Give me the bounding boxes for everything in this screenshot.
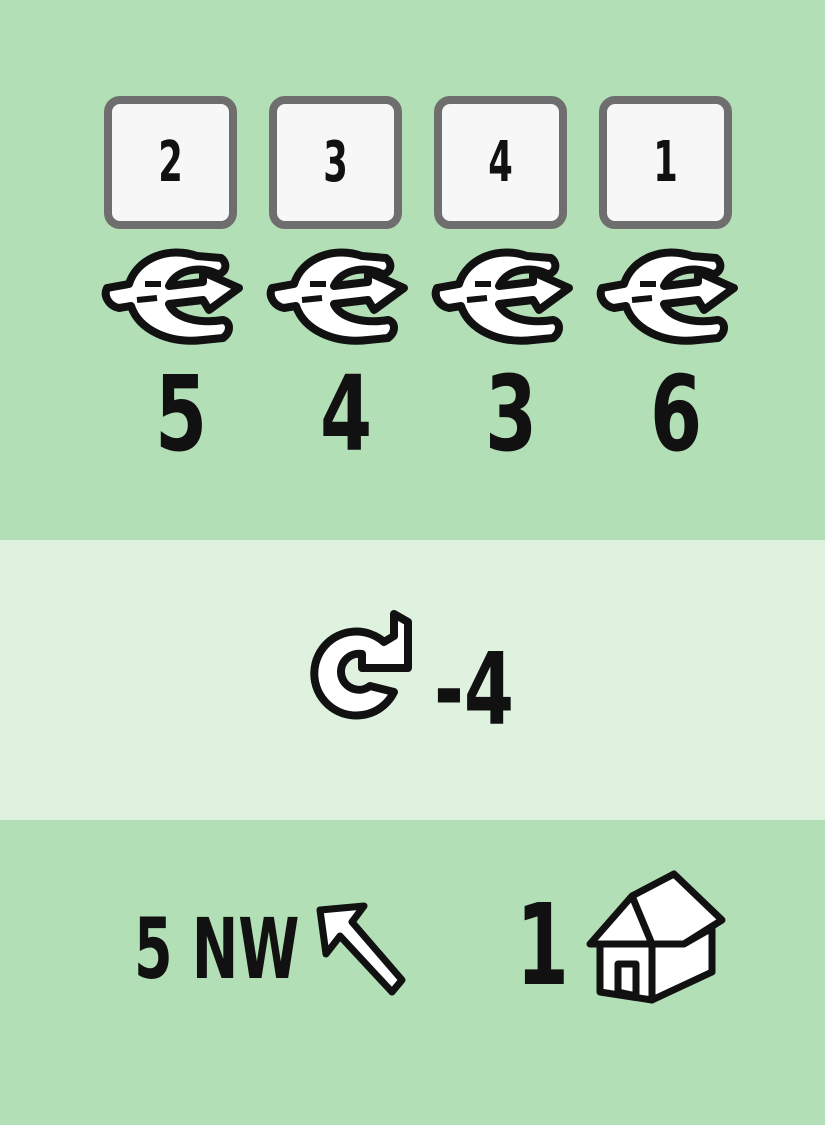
refresh-icon	[310, 610, 412, 720]
refresh-value: -4	[434, 631, 514, 748]
number-slot: 2	[104, 96, 237, 229]
move-label: 5 NW	[134, 900, 300, 998]
cost-value: 5	[154, 353, 208, 475]
slot-number: 1	[653, 130, 678, 195]
energy-symbol-icon	[266, 248, 408, 345]
game-card: 2 3 4 1 5 4 3 6 -4 5 NW 1	[0, 0, 825, 1125]
energy-symbol-icon	[101, 248, 243, 345]
cost-value: 4	[319, 353, 373, 475]
house-count: 1	[516, 881, 569, 1011]
number-slot: 1	[599, 96, 732, 229]
arrow-nw-icon	[316, 902, 406, 996]
energy-symbol-icon	[431, 248, 573, 345]
number-slot: 4	[434, 96, 567, 229]
slot-number: 2	[158, 130, 183, 195]
slot-number: 4	[488, 130, 513, 195]
house-icon	[586, 870, 726, 1004]
cost-value: 6	[649, 353, 703, 475]
slot-number: 3	[323, 130, 348, 195]
energy-symbol-icon	[596, 248, 738, 345]
cost-value: 3	[484, 353, 538, 475]
number-slot: 3	[269, 96, 402, 229]
